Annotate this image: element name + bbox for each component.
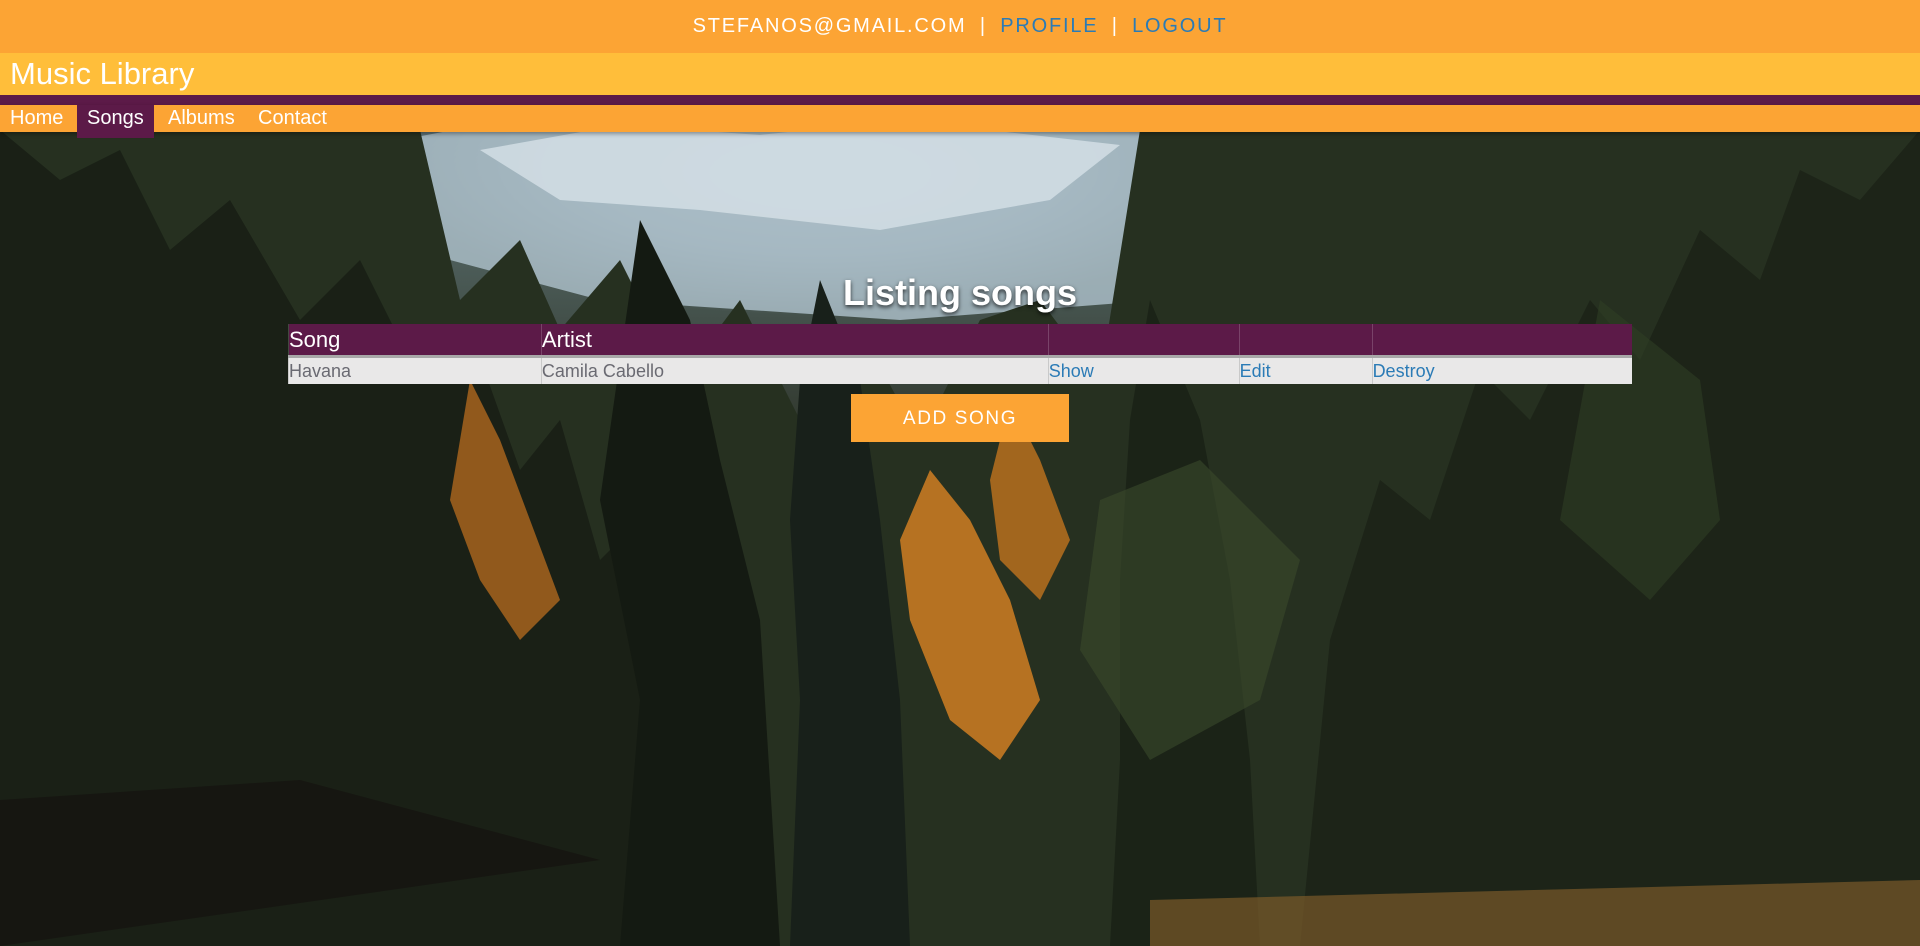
show-link[interactable]: Show	[1047, 356, 1240, 384]
separator: |	[979, 15, 987, 37]
column-header-edit	[1238, 324, 1373, 357]
header-divider	[0, 95, 1920, 105]
artist-cell: Camila Cabello	[540, 356, 1049, 384]
destroy-link[interactable]: Destroy	[1371, 356, 1632, 384]
background-forest-image	[0, 0, 1920, 946]
nav-item-contact[interactable]: Contact	[248, 105, 337, 132]
site-title[interactable]: Music Library	[10, 56, 194, 92]
column-header-artist: Artist	[540, 324, 1049, 357]
site-header: Music Library	[0, 53, 1920, 95]
edit-link[interactable]: Edit	[1238, 356, 1373, 384]
column-header-show	[1047, 324, 1240, 357]
column-header-song: Song	[288, 324, 542, 357]
songs-table: Song Artist Havana Camila Cabello Show E…	[288, 324, 1632, 384]
nav-item-songs[interactable]: Songs	[77, 105, 154, 138]
song-cell: Havana	[288, 356, 542, 384]
profile-link[interactable]: PROFILE	[1000, 15, 1098, 37]
nav-item-albums[interactable]: Albums	[158, 105, 245, 132]
page-title: Listing songs	[843, 272, 1077, 313]
table-header-row: Song Artist	[288, 324, 1632, 357]
table-row: Havana Camila Cabello Show Edit Destroy	[288, 356, 1632, 384]
nav-item-home[interactable]: Home	[0, 105, 73, 132]
user-email: STEFANOS@GMAIL.COM	[692, 15, 967, 37]
add-song-button[interactable]: ADD SONG	[851, 394, 1069, 442]
column-header-destroy	[1371, 324, 1632, 357]
logout-link[interactable]: LOGOUT	[1132, 15, 1227, 37]
account-bar: STEFANOS@GMAIL.COM | PROFILE | LOGOUT	[0, 0, 1920, 53]
main-navigation: Home Songs Albums Contact	[0, 105, 1920, 138]
separator: |	[1111, 15, 1119, 37]
